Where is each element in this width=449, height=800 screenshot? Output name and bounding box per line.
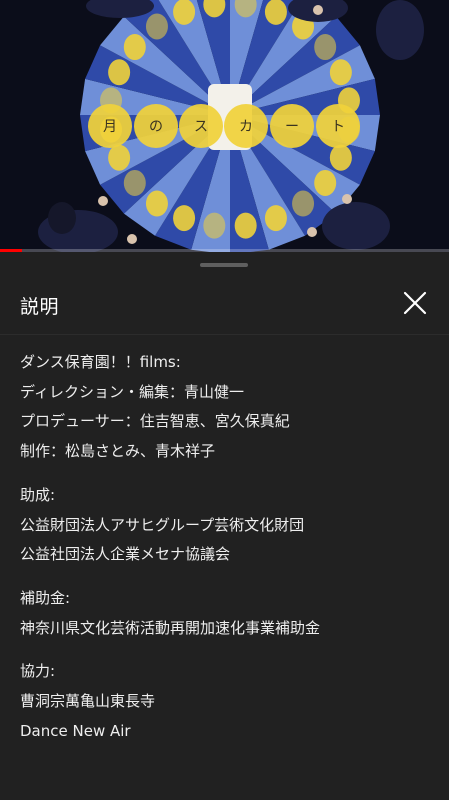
support-heading: 助成: xyxy=(20,485,56,504)
header-divider xyxy=(0,334,449,335)
moon-phase-mark xyxy=(123,169,146,196)
credit-line: ダンス保育園！！films: xyxy=(20,353,181,371)
caption-moon: カ xyxy=(224,104,268,148)
caption-char: の xyxy=(149,119,163,135)
moon-phase-mark xyxy=(108,59,131,86)
close-button[interactable] xyxy=(398,286,432,320)
subsidy-line: 神奈川県文化芸術活動再開加速化事業補助金 xyxy=(20,618,321,637)
moon-phase-mark xyxy=(203,212,226,239)
sheet-header: 説明 xyxy=(0,274,449,334)
moon-phase-mark xyxy=(264,0,287,25)
moon-phase-mark xyxy=(329,59,352,86)
support-line: 公益財団法人アサヒグループ芸術文化財団 xyxy=(20,515,305,534)
moon-phase-mark xyxy=(314,169,337,196)
video-player[interactable]: 月のスカート xyxy=(0,0,449,252)
moon-phase-mark xyxy=(234,212,257,239)
cooperation-line: Dance New Air xyxy=(20,721,131,740)
moon-phase-mark xyxy=(329,144,352,171)
cooperation-line: 曹洞宗萬亀山東長寺 xyxy=(20,692,156,711)
caption-moon: ス xyxy=(179,104,223,148)
credit-line: 制作：松島さとみ、青木祥子 xyxy=(20,442,216,461)
moon-phase-mark xyxy=(173,0,196,25)
sheet-title: 説明 xyxy=(20,296,60,318)
moon-phase-mark xyxy=(292,190,315,217)
caption-moon: の xyxy=(134,104,178,148)
caption-char: ス xyxy=(194,119,208,135)
moon-phase-mark xyxy=(145,190,168,217)
video-frame: 月のスカート xyxy=(0,0,449,252)
close-icon xyxy=(403,291,427,315)
description-sheet: 説明 ダンス保育園！！films: ディレクション・編集：青山健一 プロデューサ… xyxy=(0,252,449,800)
caption-char: ー xyxy=(285,119,299,135)
caption-char: カ xyxy=(239,119,253,135)
moon-phase-mark xyxy=(108,144,131,171)
caption-char: 月 xyxy=(103,119,117,135)
moon-phase-mark xyxy=(264,205,287,232)
caption-moon: 月 xyxy=(88,104,132,148)
cooperation-heading: 協力: xyxy=(20,662,56,681)
credit-line: プロデューサー：住吉智恵、宮久保真紀 xyxy=(20,412,290,431)
description-body: ダンス保育園！！films: ディレクション・編集：青山健一 プロデューサー：住… xyxy=(20,348,430,746)
caption-moon: ー xyxy=(270,104,314,148)
caption-moon: ト xyxy=(316,104,360,148)
moon-phase-mark xyxy=(123,34,146,61)
moon-phase-mark xyxy=(145,13,168,40)
credit-line: ディレクション・編集：青山健一 xyxy=(20,382,244,401)
moon-phase-mark xyxy=(173,205,196,232)
support-line: 公益社団法人企業メセナ協議会 xyxy=(20,545,231,564)
subsidy-heading: 補助金: xyxy=(20,588,71,607)
moon-phase-mark xyxy=(314,34,337,61)
caption-char: ト xyxy=(331,119,345,135)
sheet-drag-handle[interactable] xyxy=(200,263,248,267)
